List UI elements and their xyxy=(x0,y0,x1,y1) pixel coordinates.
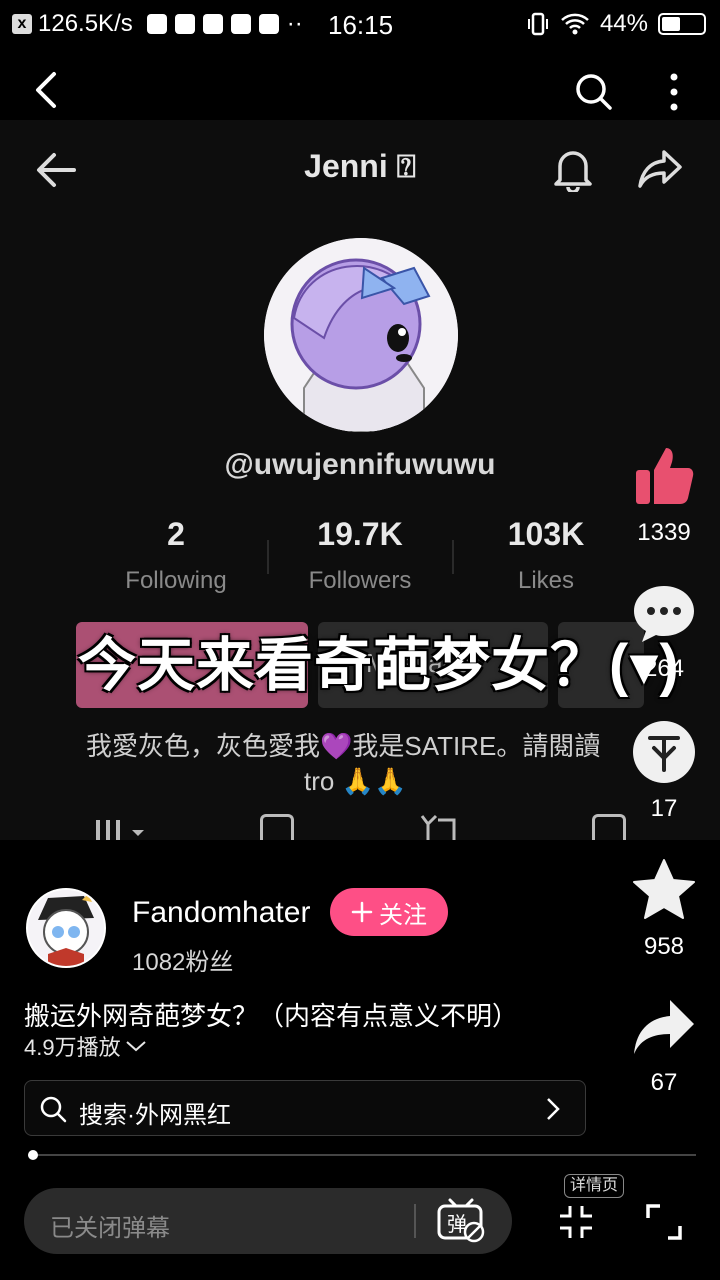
shrink-icon[interactable] xyxy=(556,1202,596,1242)
profile-handle: @uwujennifuwuwu xyxy=(224,448,496,481)
more-menu-icon[interactable] xyxy=(662,72,686,112)
camera-icon xyxy=(202,14,223,34)
video-progress-bar[interactable] xyxy=(28,1150,696,1160)
comment-icon[interactable] xyxy=(632,584,696,644)
grid-tab-icon xyxy=(94,814,144,840)
notification-icons: ·· xyxy=(146,10,303,38)
battery-percent: 44% xyxy=(599,10,648,37)
stat-divider xyxy=(452,540,454,574)
favorite-count: 958 xyxy=(643,933,685,960)
coin-action[interactable]: 17 xyxy=(626,720,702,823)
video-icon xyxy=(230,14,251,34)
coin-count: 17 xyxy=(650,795,678,822)
stat-value: 2 xyxy=(167,516,185,552)
more-dots-icon: ·· xyxy=(286,10,303,37)
tiktok-icon xyxy=(146,14,167,34)
like-action[interactable]: 1339 xyxy=(626,444,702,547)
favorite-action[interactable]: 958 xyxy=(626,858,702,961)
video-player[interactable]: Jenni ⍰ @uwujennifuwuwu 2 Following 19.7… xyxy=(0,120,720,840)
clock: 16:15 xyxy=(328,10,394,40)
status-right: 44% xyxy=(526,10,706,38)
share-action[interactable]: 67 xyxy=(626,998,702,1097)
author-name[interactable]: Fandomhater xyxy=(132,896,310,930)
stat-value: 103K xyxy=(507,516,585,552)
favorites-tab-icon xyxy=(592,814,626,840)
related-search-text: 搜索·外网黑红 xyxy=(79,1102,231,1129)
author-fans: 1082粉丝 xyxy=(132,949,234,976)
video-share-arrow-icon xyxy=(638,150,682,188)
search-icon[interactable] xyxy=(574,72,614,112)
profile-tabs-row xyxy=(0,814,720,840)
profile-avatar xyxy=(264,238,458,432)
danmu-input[interactable]: 已关闭弹幕 弹 xyxy=(24,1188,512,1254)
network-speed: 126.5K/s xyxy=(38,10,133,37)
wifi-icon xyxy=(561,13,589,35)
danmu-placeholder: 已关闭弹幕 xyxy=(50,1215,170,1242)
chevron-down-icon xyxy=(125,1041,146,1052)
stat-likes: 103K Likes xyxy=(456,516,636,595)
progress-handle[interactable] xyxy=(28,1150,38,1160)
play-count-toggle[interactable]: 4.9万播放 xyxy=(24,1030,147,1062)
thumbs-up-icon[interactable] xyxy=(632,444,696,508)
stat-divider xyxy=(267,540,269,574)
related-search-bar[interactable]: 搜索·外网黑红 xyxy=(24,1080,586,1136)
video-overlay-caption: 今天来看奇葩梦女？(▾) xyxy=(78,633,680,698)
repost-tab-icon xyxy=(260,814,294,840)
stat-following: 2 Following xyxy=(86,516,266,595)
vibrate-icon xyxy=(527,12,548,36)
notification-close-icon: x xyxy=(12,14,32,34)
crown-icon xyxy=(174,14,195,34)
plus-icon xyxy=(351,901,373,923)
stat-label: Following xyxy=(125,567,227,594)
video-profile-title: Jenni ⍰ xyxy=(304,148,416,184)
stat-value: 19.7K xyxy=(317,516,403,552)
share-count: 67 xyxy=(650,1069,678,1096)
pinwheel-icon xyxy=(258,14,279,34)
detail-page-tag[interactable]: 详情页 xyxy=(564,1174,624,1198)
follow-button[interactable]: 关注 xyxy=(330,888,448,936)
follow-label: 关注 xyxy=(379,901,427,929)
status-left: x 126.5K/s ·· xyxy=(12,10,303,38)
stat-label: Followers xyxy=(308,567,412,594)
search-icon xyxy=(40,1096,67,1123)
bell-icon xyxy=(554,151,592,192)
back-icon[interactable] xyxy=(28,70,64,110)
author-avatar[interactable] xyxy=(26,888,106,968)
profile-bio-line1: 我愛灰色，灰色愛我💜我是SATIRE。請閱讀 xyxy=(86,731,601,761)
status-bar: x 126.5K/s ·· 16:15 44% xyxy=(0,0,720,50)
chevron-right-icon xyxy=(547,1098,560,1120)
share-tab-icon xyxy=(420,814,456,840)
danmu-divider xyxy=(414,1204,416,1238)
video-title: 搬运外网奇葩梦女？（内容有点意义不明） xyxy=(24,1001,519,1031)
danmu-toggle-icon[interactable]: 弹 xyxy=(436,1196,486,1244)
comment-action[interactable]: 264 xyxy=(626,584,702,683)
star-icon[interactable] xyxy=(632,858,696,922)
share-icon[interactable] xyxy=(632,998,696,1058)
play-count: 4.9万播放 xyxy=(24,1035,121,1060)
battery-icon xyxy=(658,13,706,35)
fullscreen-icon[interactable] xyxy=(644,1202,684,1242)
stat-label: Likes xyxy=(517,567,575,594)
profile-bio-line2: tro 🙏🙏 xyxy=(304,766,407,796)
top-app-bar xyxy=(0,56,720,126)
coin-icon[interactable] xyxy=(632,720,696,784)
like-count: 1339 xyxy=(637,519,691,546)
comment-count: 264 xyxy=(643,655,685,682)
stat-followers: 19.7K Followers xyxy=(270,516,450,595)
